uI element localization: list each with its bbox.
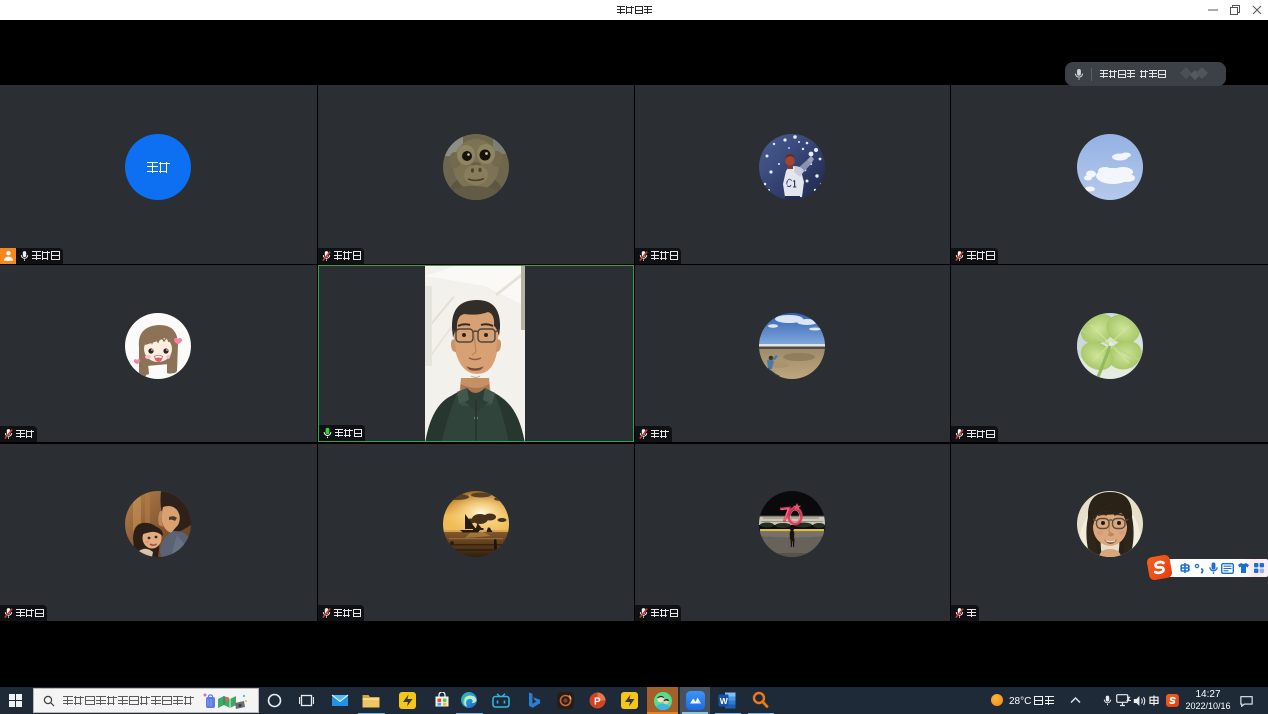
svg-text:W: W — [720, 696, 729, 706]
svg-text:P: P — [594, 696, 601, 707]
